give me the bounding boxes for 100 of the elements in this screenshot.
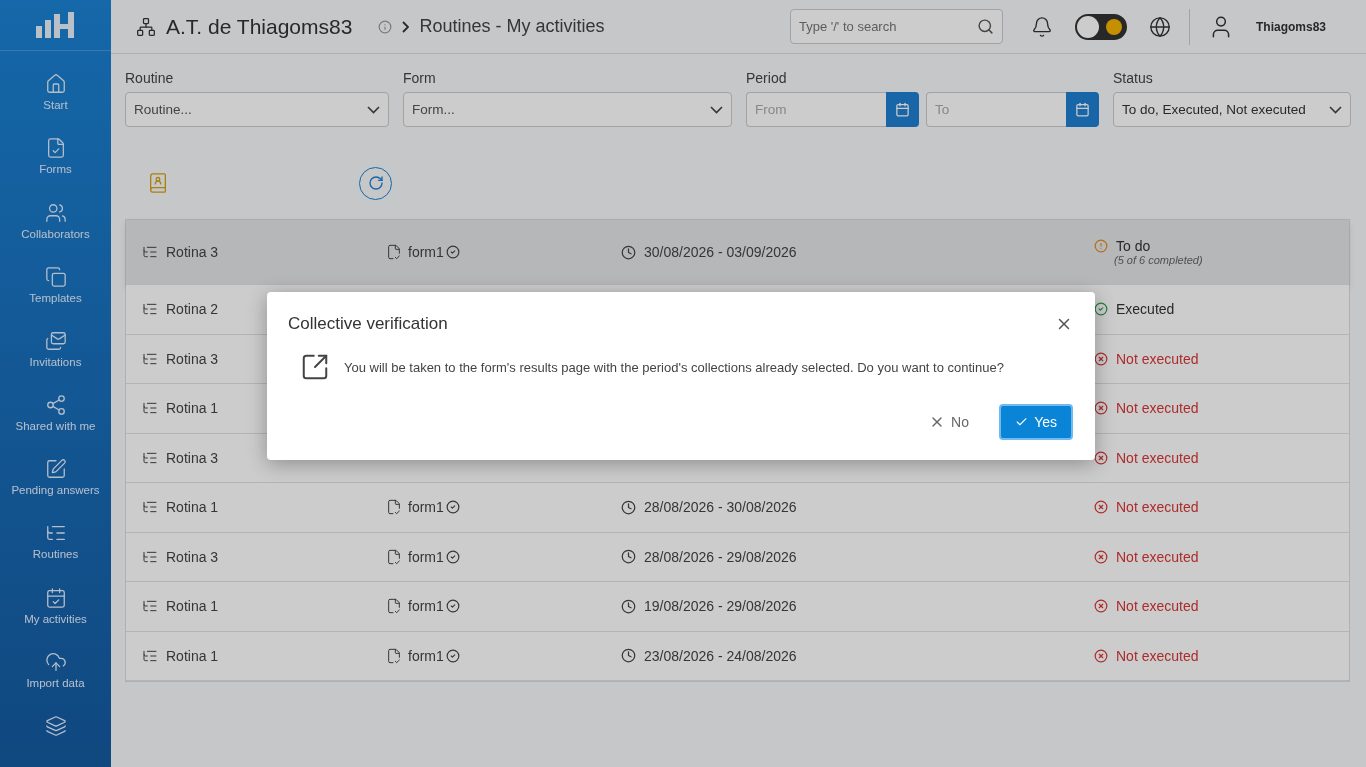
routine-name: Rotina 1	[166, 499, 219, 516]
bell-icon[interactable]	[1030, 15, 1053, 38]
routine-name: Rotina 3	[166, 548, 219, 565]
form-icon	[386, 548, 402, 565]
user-name: Thiagoms83	[1255, 19, 1326, 34]
x-circle-icon	[1094, 500, 1108, 515]
form-icon	[386, 647, 402, 664]
clock-icon	[621, 499, 636, 515]
sidebar-item[interactable]: Start	[0, 61, 111, 126]
nav-icon	[44, 394, 67, 417]
form-name: form1	[408, 647, 444, 664]
routine-name: Rotina 3	[166, 350, 219, 367]
field-label: Period	[746, 70, 788, 86]
x-circle-icon	[1094, 599, 1108, 614]
calendar-icon	[895, 102, 910, 117]
calendar-button[interactable]	[886, 92, 919, 127]
routine-name: Rotina 1	[166, 598, 219, 615]
x-circle-icon	[1094, 549, 1108, 564]
form-icon	[386, 598, 402, 615]
clock-icon	[621, 598, 636, 614]
status-select[interactable]: To do, Executed, Not executed	[1113, 92, 1351, 127]
form-name: form1	[408, 499, 444, 516]
search-field[interactable]: Type '/' to search	[789, 9, 1003, 44]
status-text: Not executed	[1116, 350, 1199, 367]
nav-icon	[44, 650, 67, 673]
nav-icon	[44, 586, 67, 609]
logo-icon	[35, 10, 76, 41]
x-circle-icon	[1094, 648, 1108, 663]
routine-name: Rotina 1	[166, 400, 219, 417]
globe-icon[interactable]	[1148, 15, 1171, 38]
sidebar-item[interactable]: Pending answers	[0, 446, 111, 511]
check-circle-icon	[445, 648, 460, 663]
status-text: Not executed	[1116, 400, 1199, 417]
status-text: Not executed	[1116, 499, 1199, 516]
info-icon	[378, 19, 393, 34]
clock-icon	[621, 648, 636, 664]
period-text: 28/08/2026 - 29/08/2026	[644, 548, 797, 565]
x-circle-icon	[1094, 401, 1108, 416]
warning-icon	[1094, 239, 1108, 253]
form-name: form1	[408, 598, 444, 615]
form-icon	[386, 244, 402, 260]
table-row[interactable]: Rotina 3 form1 30/08/2026 - 03/09/2026 To do (5 of 6 completed)	[126, 220, 1349, 285]
dialog-title: Collective verification	[288, 314, 448, 334]
sidebar-item[interactable]: Invitations	[0, 317, 111, 383]
period-text: 23/08/2026 - 24/08/2026	[644, 647, 797, 664]
nav-icon	[44, 458, 67, 481]
sidebar-item[interactable]: Templates	[0, 253, 111, 318]
field-label: Routine	[125, 70, 175, 86]
form-name: form1	[408, 548, 444, 565]
status-text: Not executed	[1116, 647, 1199, 664]
x-circle-icon	[1094, 450, 1108, 465]
calendar-icon	[1075, 102, 1090, 117]
status-text: Not executed	[1116, 598, 1199, 615]
list-icon	[142, 244, 158, 260]
chevron-right-icon	[402, 20, 410, 33]
yes-button[interactable]: Yes	[999, 404, 1073, 440]
external-link-icon	[300, 352, 330, 382]
form-select[interactable]: Form...	[403, 92, 732, 127]
field-label: Status	[1113, 70, 1154, 86]
status-text: Not executed	[1116, 548, 1199, 565]
nav-icon	[44, 265, 67, 288]
theme-toggle[interactable]	[1074, 13, 1127, 40]
status-text: Executed	[1116, 301, 1175, 318]
period-text: 28/08/2026 - 30/08/2026	[644, 499, 797, 516]
form-icon	[386, 499, 402, 516]
breadcrumb: Routines - My activities	[419, 16, 605, 37]
nav-icon	[44, 73, 67, 96]
sidebar-item[interactable]: Shared with me	[0, 382, 111, 447]
search-icon	[976, 18, 994, 35]
sidebar-item[interactable]: Collaborators	[0, 189, 111, 254]
check-circle-icon	[445, 549, 460, 564]
chevron-down-icon	[1329, 105, 1342, 114]
period-text: 30/08/2026 - 03/09/2026	[644, 244, 797, 260]
refresh-icon	[367, 175, 384, 191]
organization-name: A.T. de Thiagoms83	[166, 14, 353, 39]
clock-icon	[621, 549, 636, 565]
sidebar-item[interactable]: Forms	[0, 125, 111, 190]
dialog-message: You will be taken to the form's results page with the period's collections already selected. Do you want to continue?	[344, 359, 1004, 375]
routine-name: Rotina 3	[166, 449, 219, 466]
sidebar-item[interactable]: Routines	[0, 510, 111, 575]
status-text: To do	[1116, 238, 1151, 254]
calendar-button[interactable]	[1066, 92, 1099, 127]
sidebar-item[interactable]: My activities	[0, 574, 111, 639]
routine-name: Rotina 1	[166, 647, 219, 664]
nav-icon	[44, 329, 67, 352]
layers-icon[interactable]	[44, 714, 67, 737]
routine-select[interactable]: Routine...	[125, 92, 389, 127]
network-icon	[136, 16, 156, 37]
check-circle-icon	[445, 599, 460, 614]
routine-name: Rotina 2	[166, 301, 219, 318]
form-name: form1	[408, 244, 444, 260]
check-circle-icon	[1094, 302, 1108, 317]
sidebar-item[interactable]: Import data	[0, 638, 111, 703]
nav-icon	[44, 201, 67, 224]
chevron-down-icon	[710, 105, 723, 114]
clock-icon	[621, 244, 636, 260]
routine-name: Rotina 3	[166, 244, 219, 260]
check-circle-icon	[445, 500, 460, 515]
chevron-down-icon	[367, 105, 380, 114]
field-label: Form	[403, 70, 437, 86]
